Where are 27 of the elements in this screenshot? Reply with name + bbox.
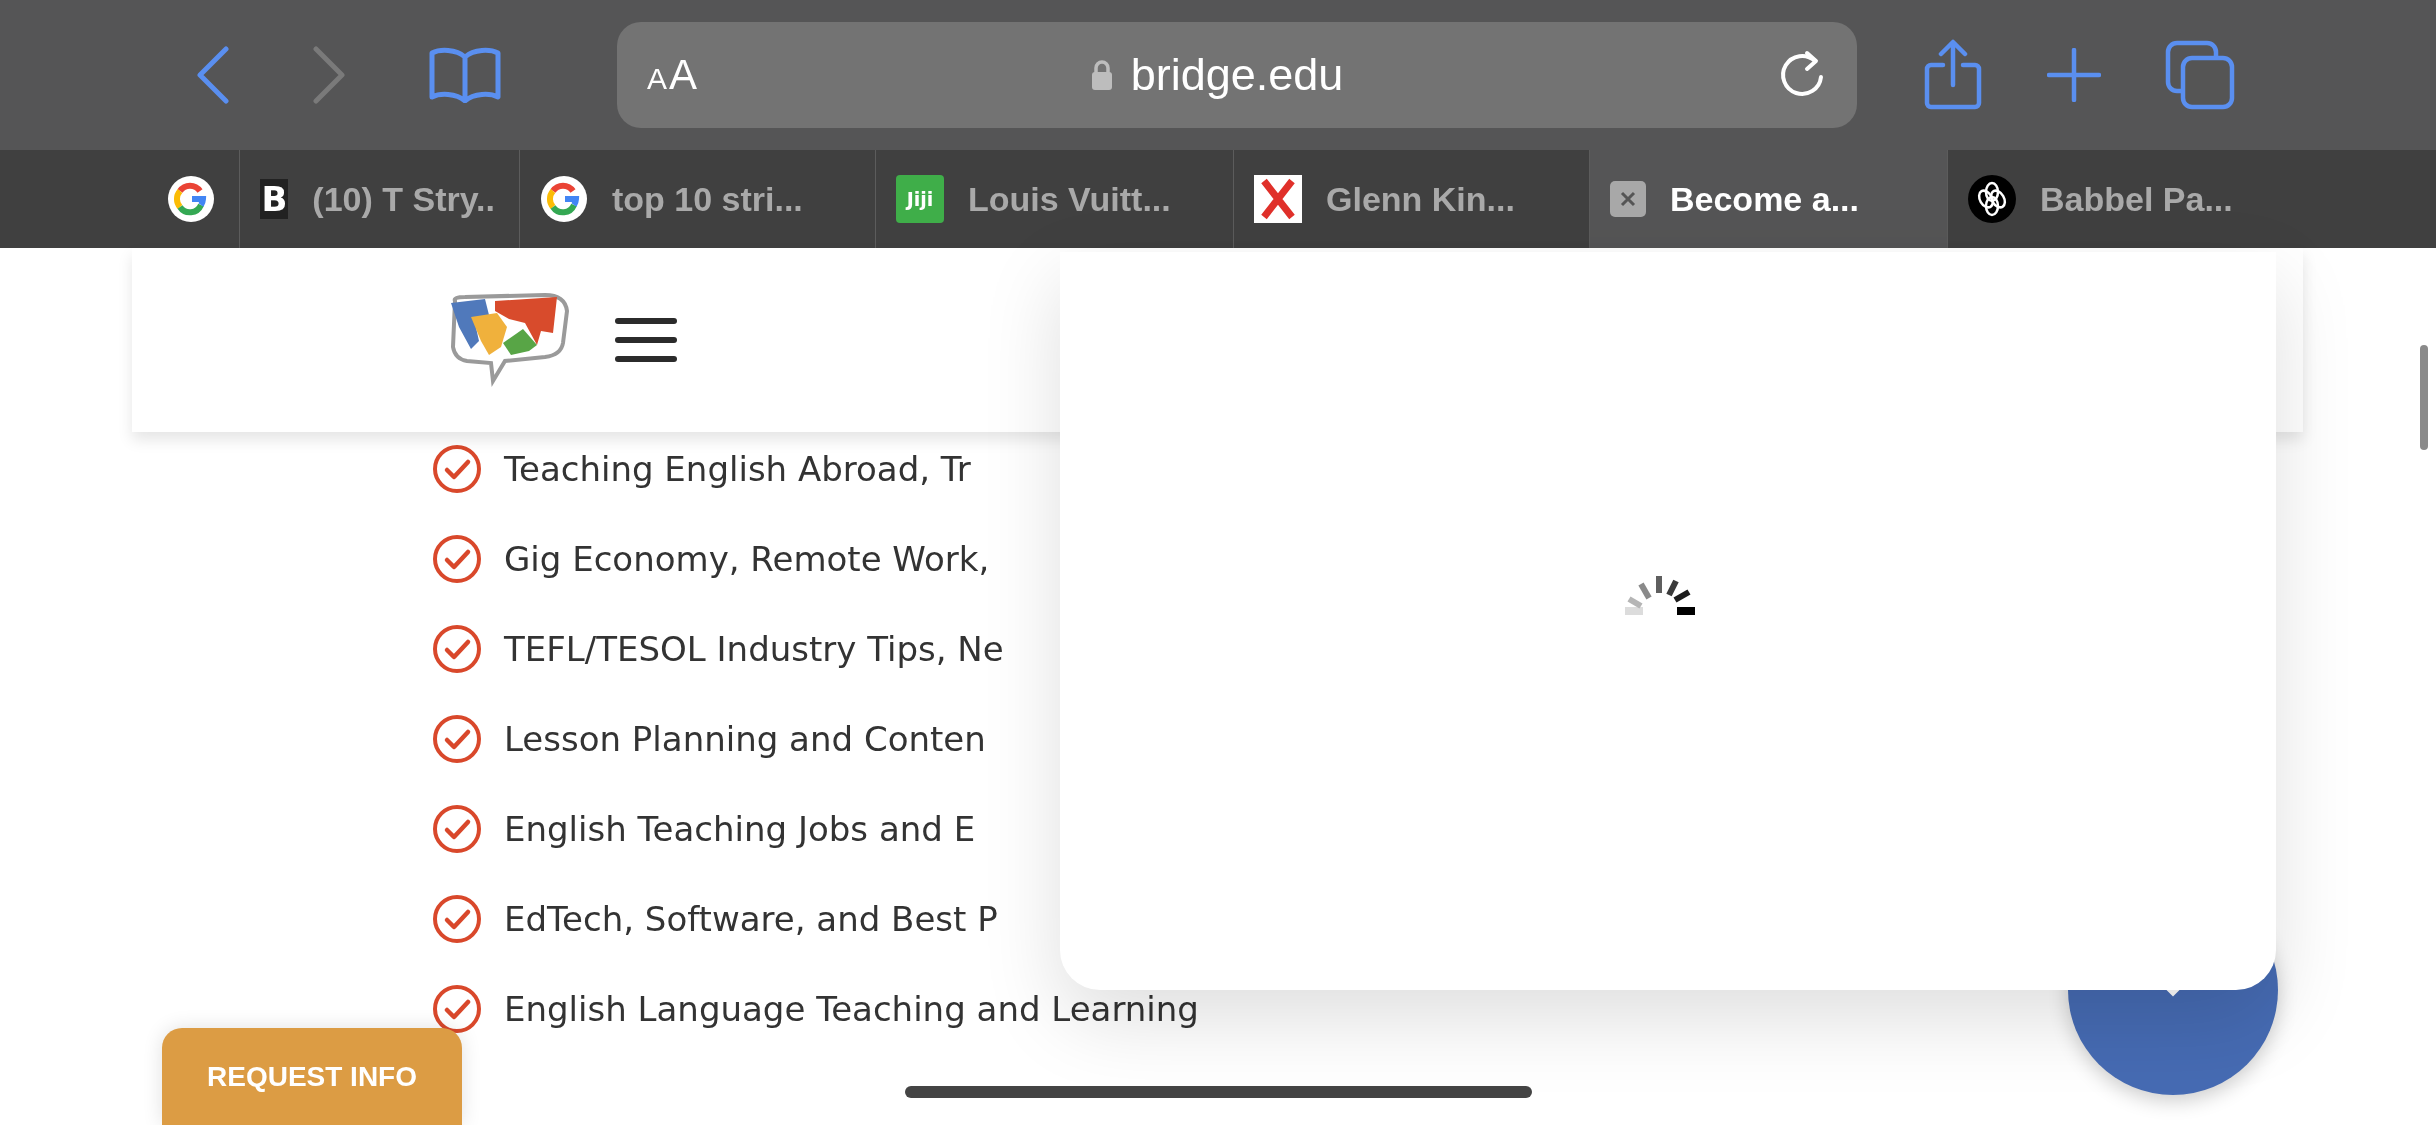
address-bar[interactable]: AA bridge.edu [617, 22, 1857, 128]
cross-icon [1254, 175, 1302, 223]
topic-text: Lesson Planning and Conten [504, 719, 986, 759]
plus-icon[interactable] [2047, 48, 2101, 102]
multicolor-ring-icon [540, 175, 588, 223]
tabs-icon[interactable] [2165, 40, 2235, 110]
topic-text: EdTech, Software, and Best P [504, 899, 998, 939]
book-icon[interactable] [428, 47, 502, 103]
share-icon[interactable] [1923, 39, 1983, 111]
favicon: B [260, 179, 289, 219]
topic-text: TEFL/TESOL Industry Tips, Ne [504, 629, 1004, 669]
back-icon[interactable] [196, 46, 230, 104]
scrollbar[interactable] [2420, 345, 2428, 450]
topic-text: Gig Economy, Remote Work, [504, 539, 990, 579]
menu-button[interactable] [615, 318, 677, 362]
request-info-button[interactable]: REQUEST INFO [162, 1028, 462, 1125]
knot-icon [1968, 175, 2016, 223]
url-text: bridge.edu [1130, 49, 1344, 101]
topic-text: English Language Teaching and Learning [504, 989, 1199, 1029]
multicolor-ring-icon [167, 175, 215, 223]
text-size-button[interactable]: AA [647, 51, 698, 99]
close-icon [1610, 181, 1646, 217]
forward-icon[interactable] [312, 46, 346, 104]
browser-tab[interactable]: Become a... [1590, 150, 1948, 248]
topic-text: English Teaching Jobs and E [504, 809, 976, 849]
favicon: Jiji [896, 175, 944, 223]
topic-text: Teaching English Abroad, Tr [504, 449, 971, 489]
